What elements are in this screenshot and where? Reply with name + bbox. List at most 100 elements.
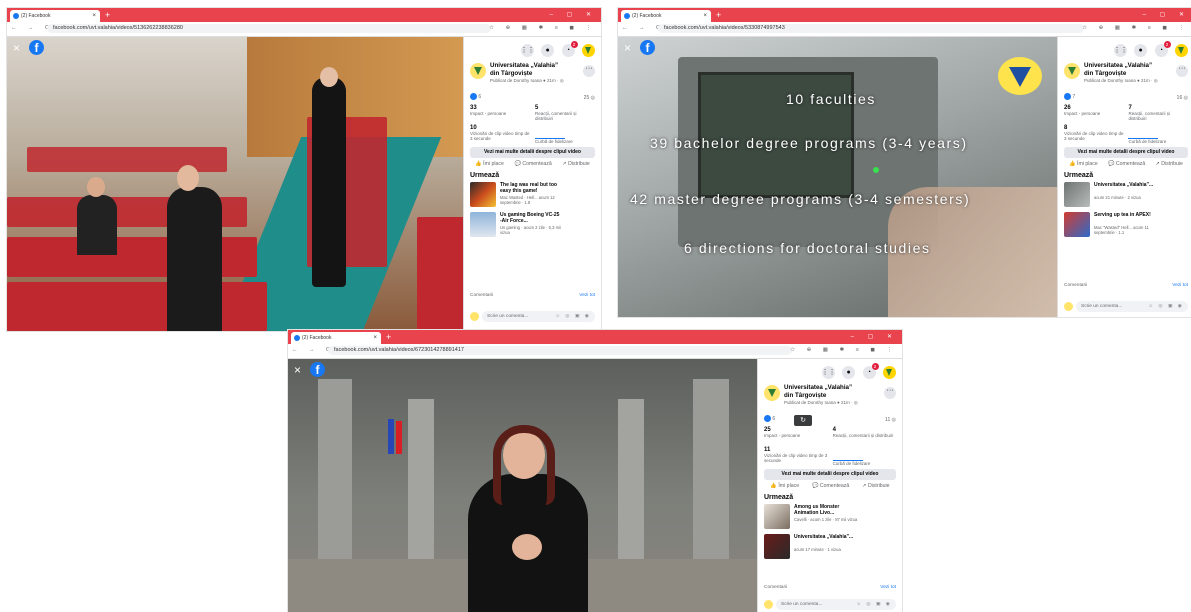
facebook-logo-icon[interactable]: f <box>29 40 44 55</box>
close-video-icon[interactable]: × <box>13 42 20 54</box>
page-name[interactable]: Universitatea „Valahia” din Târgoviște <box>1084 62 1162 77</box>
like-label: Îmi place <box>483 161 504 167</box>
comment-tools-icons[interactable]: ☺ ◎ ▣ ◉ <box>1148 301 1184 312</box>
comment-composer: Scrie un comenta... ☺ ◎ ▣ ◉ <box>470 311 595 322</box>
browser-tab[interactable]: (2) Facebook × <box>291 332 381 344</box>
comment-button[interactable]: 💬 Comentează <box>812 483 849 489</box>
comment-input[interactable]: Scrie un comenta... ☺ ◎ ▣ ◉ <box>1076 301 1188 312</box>
page-name[interactable]: Universitatea „Valahia” din Târgoviște <box>490 62 568 77</box>
like-button[interactable]: 👍 Îmi place <box>1069 161 1098 167</box>
page-avatar[interactable] <box>764 385 780 401</box>
window-controls[interactable]: – ▢ ✕ <box>550 9 597 21</box>
page-avatar[interactable] <box>470 63 486 79</box>
close-video-icon[interactable]: × <box>294 364 301 376</box>
comment-button[interactable]: 💬 Comentează <box>514 161 551 167</box>
see-all-link[interactable]: Vezi tot <box>1172 283 1188 288</box>
window-controls[interactable]: – ▢ ✕ <box>851 331 898 343</box>
url-field[interactable]: facebook.com/uvt.valahia/videos/51362622… <box>47 24 491 33</box>
messenger-icon[interactable]: ● <box>1134 44 1148 58</box>
bell-icon[interactable]: ◔ 2 <box>1154 41 1171 58</box>
menu-grid-icon[interactable]: ⋮⋮ <box>1113 44 1128 58</box>
url-field[interactable]: facebook.com/uvt.valahia/videos/67230142… <box>328 346 792 355</box>
reactions-row[interactable]: 7 16 ◎ <box>1064 93 1188 105</box>
reactions-row[interactable]: 6 25 ◎ <box>470 93 595 105</box>
comment-label: Comentează <box>819 483 850 489</box>
see-all-link[interactable]: Vezi tot <box>579 293 595 298</box>
video-player[interactable]: × f <box>288 359 758 612</box>
insights-stats: 33 Impact - persoane 5 Reacții, comentarii… <box>470 105 595 145</box>
facebook-logo-icon[interactable]: f <box>310 362 325 377</box>
bell-icon[interactable]: ◔ 2 <box>561 41 578 58</box>
tab-close-icon[interactable]: × <box>703 10 707 22</box>
profile-avatar[interactable] <box>582 44 595 58</box>
video-details-button[interactable]: Vezi mai multe detalii despre clipul vid… <box>1064 147 1188 158</box>
like-button[interactable]: 👍 Îmi place <box>770 483 799 489</box>
comment-input[interactable]: Scrie un comenta... ☺ ◎ ▣ ◉ <box>482 311 595 322</box>
comment-placeholder: Scrie un comenta... <box>1081 304 1123 309</box>
comment-tools-icons[interactable]: ☺ ◎ ▣ ◉ <box>856 599 892 610</box>
browser-tab[interactable]: (2) Facebook × <box>621 10 711 22</box>
new-tab-button[interactable]: + <box>386 331 391 343</box>
up-next-item[interactable]: Universitatea „Valahia”... acum 17 minut… <box>764 534 896 561</box>
more-options-button[interactable]: ··· <box>884 387 896 399</box>
share-button[interactable]: ↗ Distribuie <box>562 161 589 167</box>
university-logo-mark <box>1009 67 1031 87</box>
messenger-icon[interactable]: ● <box>842 366 856 380</box>
tab-close-icon[interactable]: × <box>373 332 377 344</box>
page-name[interactable]: Universitatea „Valahia” din Târgoviște <box>784 384 862 399</box>
up-next-title: The lag was real but too easy this game! <box>500 182 557 194</box>
more-options-button[interactable]: ··· <box>583 65 595 77</box>
page-avatar[interactable] <box>1064 63 1080 79</box>
up-next-item[interactable]: Among us Monster Animation Livo... Cavel… <box>764 504 896 531</box>
url-field[interactable]: facebook.com/uvt.valahia/videos/53308749… <box>658 24 1084 33</box>
browser-tab[interactable]: (2) Facebook × <box>10 10 100 22</box>
comment-tools-icons[interactable]: ☺ ◎ ▣ ◉ <box>555 311 591 322</box>
menu-grid-icon[interactable]: ⋮⋮ <box>520 44 535 58</box>
engagement-label: Reacții, comentarii și distribuiri <box>535 111 577 121</box>
view-count: 11 ◎ <box>885 417 896 423</box>
up-next-item[interactable]: Us gaming Boeing VC-25 -Air Force... Us … <box>470 212 595 239</box>
profile-avatar[interactable] <box>1175 44 1188 58</box>
retention-label: Curbă de fidelizare <box>1128 139 1167 144</box>
video-details-button[interactable]: Vezi mai multe detalii despre clipul vid… <box>764 469 896 480</box>
tab-close-icon[interactable]: × <box>92 10 96 22</box>
more-options-button[interactable]: ··· <box>1176 65 1188 77</box>
seated-student <box>77 195 117 255</box>
share-button[interactable]: ↗ Distribuie <box>1155 161 1182 167</box>
post-meta: Publicat de Dorothy Ioana ● 21m · ◎ <box>490 78 564 83</box>
window-controls[interactable]: – ▢ ✕ <box>1143 9 1190 21</box>
up-next-item[interactable]: Universitatea „Valahia”... acum 21 minut… <box>1064 182 1188 209</box>
share-button[interactable]: ↗ Distribuie <box>862 483 889 489</box>
bell-icon[interactable]: ◔ 2 <box>862 363 879 380</box>
video-details-button[interactable]: Vezi mai multe detalii despre clipul vid… <box>470 147 595 158</box>
reaction-count: 7 <box>1072 93 1076 100</box>
reactions-row[interactable]: 6 ↻ 11 ◎ <box>764 415 896 427</box>
post-meta: Publicat de Dorothy Ioana ● 21m · ◎ <box>784 400 858 405</box>
comment-input[interactable]: Scrie un comenta... ☺ ◎ ▣ ◉ <box>776 599 896 610</box>
menu-grid-icon[interactable]: ⋮⋮ <box>821 366 836 380</box>
new-tab-button[interactable]: + <box>716 9 721 21</box>
messenger-icon[interactable]: ● <box>541 44 555 58</box>
video-player[interactable]: × f <box>7 37 464 331</box>
up-next-item[interactable]: The lag was real but too easy this game!… <box>470 182 595 209</box>
comment-button[interactable]: 💬 Comentează <box>1108 161 1145 167</box>
seat-row <box>7 282 267 331</box>
see-all-link[interactable]: Vezi tot <box>880 585 896 590</box>
close-video-icon[interactable]: × <box>624 42 631 54</box>
share-label: Distribuie <box>1161 161 1183 167</box>
like-button[interactable]: 👍 Îmi place <box>475 161 504 167</box>
browser-toolbar-icons[interactable]: ☆ ⊕ ▦ ✱ ≡ ◼ ⋮ <box>790 347 897 353</box>
up-next-meta: Mac "Wasted" Hell... acum 11 septembrie … <box>1094 225 1149 235</box>
notification-badge: 2 <box>871 363 879 371</box>
browser-toolbar-icons[interactable]: ☆ ⊕ ▦ ✱ ≡ ◼ ⋮ <box>489 25 596 31</box>
browser-toolbar-icons[interactable]: ☆ ⊕ ▦ ✱ ≡ ◼ ⋮ <box>1082 25 1189 31</box>
profile-avatar[interactable] <box>883 366 896 380</box>
video-player[interactable]: 10 faculties 39 bachelor degree programs… <box>618 37 1058 317</box>
views-label: Vizionări de clip video timp de 3 secund… <box>470 131 530 141</box>
up-next-item[interactable]: Serving up tea in APEX! Mac "Wasted" Hel… <box>1064 212 1188 239</box>
reaction-count: 6 <box>772 415 776 422</box>
new-tab-button[interactable]: + <box>105 9 110 21</box>
facebook-logo-icon[interactable]: f <box>640 40 655 55</box>
flag <box>396 421 402 454</box>
video-thumbnail <box>1064 182 1090 207</box>
